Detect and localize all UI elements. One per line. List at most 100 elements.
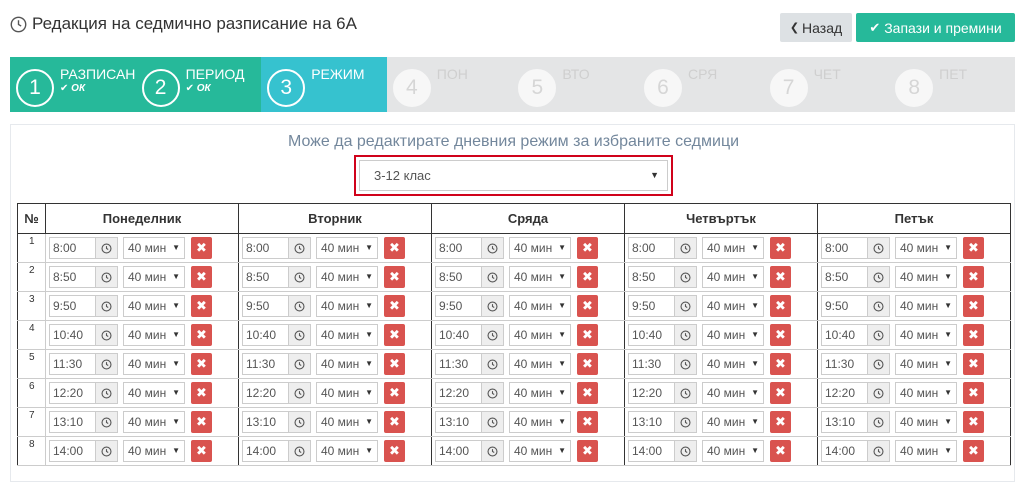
start-time-input[interactable]: 8:00 [49,237,118,259]
clock-icon[interactable] [95,325,117,345]
start-time-input[interactable]: 9:50 [242,295,311,317]
duration-select[interactable]: 40 мин ▼ [509,411,571,433]
start-time-input[interactable]: 9:50 [49,295,118,317]
delete-period-button[interactable]: ✖ [577,295,598,317]
delete-period-button[interactable]: ✖ [770,295,791,317]
start-time-input[interactable]: 9:50 [821,295,890,317]
start-time-input[interactable]: 10:40 [242,324,311,346]
clock-icon[interactable] [95,383,117,403]
delete-period-button[interactable]: ✖ [191,295,212,317]
duration-select[interactable]: 40 мин ▼ [316,324,378,346]
start-time-input[interactable]: 8:50 [435,266,504,288]
delete-period-button[interactable]: ✖ [191,440,212,462]
delete-period-button[interactable]: ✖ [963,266,984,288]
delete-period-button[interactable]: ✖ [770,353,791,375]
clock-icon[interactable] [481,383,503,403]
delete-period-button[interactable]: ✖ [963,353,984,375]
start-time-input[interactable]: 12:20 [821,382,890,404]
duration-select[interactable]: 40 мин ▼ [702,353,764,375]
start-time-input[interactable]: 9:50 [435,295,504,317]
delete-period-button[interactable]: ✖ [963,382,984,404]
delete-period-button[interactable]: ✖ [577,353,598,375]
start-time-input[interactable]: 14:00 [821,440,890,462]
delete-period-button[interactable]: ✖ [191,266,212,288]
start-time-input[interactable]: 10:40 [628,324,697,346]
delete-period-button[interactable]: ✖ [770,411,791,433]
duration-select[interactable]: 40 мин ▼ [895,411,957,433]
duration-select[interactable]: 40 мин ▼ [895,324,957,346]
delete-period-button[interactable]: ✖ [963,324,984,346]
clock-icon[interactable] [288,354,310,374]
class-select[interactable]: 3-12 клас ▼ [359,160,668,191]
wizard-step[interactable]: 8 ПЕТ [889,57,1015,112]
start-time-input[interactable]: 13:10 [242,411,311,433]
clock-icon[interactable] [867,296,889,316]
clock-icon[interactable] [867,267,889,287]
start-time-input[interactable]: 10:40 [49,324,118,346]
delete-period-button[interactable]: ✖ [384,411,405,433]
delete-period-button[interactable]: ✖ [963,295,984,317]
delete-period-button[interactable]: ✖ [963,237,984,259]
start-time-input[interactable]: 10:40 [821,324,890,346]
duration-select[interactable]: 40 мин ▼ [123,266,185,288]
duration-select[interactable]: 40 мин ▼ [123,324,185,346]
duration-select[interactable]: 40 мин ▼ [316,440,378,462]
duration-select[interactable]: 40 мин ▼ [895,353,957,375]
delete-period-button[interactable]: ✖ [770,382,791,404]
delete-period-button[interactable]: ✖ [384,295,405,317]
delete-period-button[interactable]: ✖ [191,237,212,259]
clock-icon[interactable] [95,296,117,316]
delete-period-button[interactable]: ✖ [191,382,212,404]
duration-select[interactable]: 40 мин ▼ [123,353,185,375]
wizard-step[interactable]: 6 СРЯ [638,57,764,112]
clock-icon[interactable] [288,325,310,345]
delete-period-button[interactable]: ✖ [577,237,598,259]
duration-select[interactable]: 40 мин ▼ [316,382,378,404]
clock-icon[interactable] [867,383,889,403]
start-time-input[interactable]: 8:00 [821,237,890,259]
save-and-continue-button[interactable]: ✔ Запази и премини [856,13,1015,42]
back-button[interactable]: ❮ Назад [780,13,852,42]
clock-icon[interactable] [288,441,310,461]
clock-icon[interactable] [481,267,503,287]
delete-period-button[interactable]: ✖ [577,411,598,433]
start-time-input[interactable]: 8:50 [49,266,118,288]
duration-select[interactable]: 40 мин ▼ [123,440,185,462]
duration-select[interactable]: 40 мин ▼ [509,353,571,375]
delete-period-button[interactable]: ✖ [770,440,791,462]
clock-icon[interactable] [288,412,310,432]
start-time-input[interactable]: 14:00 [628,440,697,462]
start-time-input[interactable]: 14:00 [435,440,504,462]
clock-icon[interactable] [288,383,310,403]
start-time-input[interactable]: 11:30 [821,353,890,375]
start-time-input[interactable]: 11:30 [435,353,504,375]
duration-select[interactable]: 40 мин ▼ [895,295,957,317]
duration-select[interactable]: 40 мин ▼ [702,324,764,346]
delete-period-button[interactable]: ✖ [963,411,984,433]
clock-icon[interactable] [288,267,310,287]
clock-icon[interactable] [674,267,696,287]
clock-icon[interactable] [674,441,696,461]
wizard-step[interactable]: 5 ВТО [512,57,638,112]
wizard-step[interactable]: 2 ПЕРИОД ✔ ОК [135,57,262,112]
wizard-step[interactable]: 3 РЕЖИМ [261,57,387,112]
wizard-step[interactable]: 7 ЧЕТ [764,57,890,112]
duration-select[interactable]: 40 мин ▼ [123,237,185,259]
clock-icon[interactable] [867,441,889,461]
start-time-input[interactable]: 13:10 [435,411,504,433]
start-time-input[interactable]: 8:00 [435,237,504,259]
delete-period-button[interactable]: ✖ [191,353,212,375]
start-time-input[interactable]: 8:00 [628,237,697,259]
duration-select[interactable]: 40 мин ▼ [509,440,571,462]
clock-icon[interactable] [288,296,310,316]
clock-icon[interactable] [674,296,696,316]
duration-select[interactable]: 40 мин ▼ [702,266,764,288]
duration-select[interactable]: 40 мин ▼ [702,382,764,404]
duration-select[interactable]: 40 мин ▼ [316,295,378,317]
duration-select[interactable]: 40 мин ▼ [509,324,571,346]
start-time-input[interactable]: 13:10 [49,411,118,433]
duration-select[interactable]: 40 мин ▼ [509,266,571,288]
start-time-input[interactable]: 12:20 [242,382,311,404]
clock-icon[interactable] [867,325,889,345]
start-time-input[interactable]: 8:50 [821,266,890,288]
